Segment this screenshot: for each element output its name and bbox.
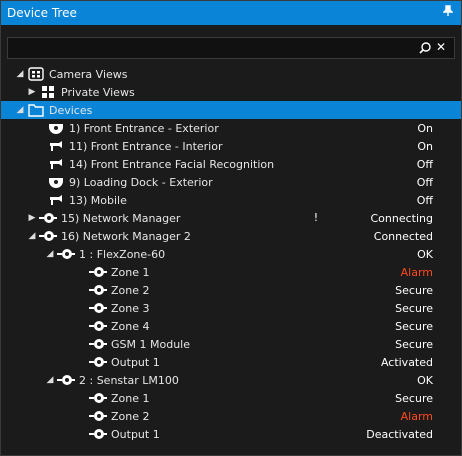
dome-camera-icon: [47, 121, 65, 135]
network-device-icon: [57, 247, 75, 261]
tree-label: 13) Mobile: [69, 193, 127, 207]
tree-row-zone[interactable]: GSM 1 Module Secure: [1, 335, 461, 353]
tree-row-zone[interactable]: Zone 1 Secure: [1, 389, 461, 407]
tree-row-zone[interactable]: Zone 4 Secure: [1, 317, 461, 335]
search-box: ✕: [7, 37, 455, 59]
status-text: Alarm: [400, 409, 433, 423]
pin-icon[interactable]: [443, 5, 453, 17]
tree-label: 1) Front Entrance - Exterior: [69, 121, 219, 135]
device-tree: ◢ Camera Views ▶ Private Views ◢ Devices: [1, 65, 461, 443]
chevron-down-icon[interactable]: ◢: [15, 105, 25, 115]
chevron-down-icon[interactable]: ◢: [45, 375, 55, 385]
zone-icon: [89, 409, 107, 423]
tree-label: 1 : FlexZone-60: [79, 247, 166, 261]
status-text: On: [417, 121, 433, 135]
output-icon: [89, 427, 107, 441]
bullet-camera-icon: [47, 139, 65, 153]
status-text: Off: [416, 175, 433, 189]
network-device-icon: [39, 229, 57, 243]
tree-row-private-views[interactable]: ▶ Private Views: [1, 83, 461, 101]
tree-label: Output 1: [111, 355, 160, 369]
zone-icon: [89, 301, 107, 315]
status-text: Secure: [395, 391, 433, 405]
tree-row-camera[interactable]: 14) Front Entrance Facial Recognition Of…: [1, 155, 461, 173]
tree-label: 2 : Senstar LM100: [79, 373, 179, 387]
tree-label: Camera Views: [49, 67, 128, 81]
tree-label: Output 1: [111, 427, 160, 441]
chevron-right-icon[interactable]: ▶: [27, 213, 37, 223]
tree-label: 11) Front Entrance - Interior: [69, 139, 223, 153]
status-text: Secure: [395, 337, 433, 351]
status-text: Connected: [373, 229, 433, 243]
panel-title-bar: Device Tree: [1, 1, 461, 25]
tree-row-output[interactable]: Output 1 Deactivated: [1, 425, 461, 443]
tree-label: Zone 1: [111, 265, 150, 279]
chevron-down-icon[interactable]: ◢: [27, 231, 37, 241]
status-text: Secure: [395, 283, 433, 297]
tree-row-controller[interactable]: ◢ 2 : Senstar LM100 OK: [1, 371, 461, 389]
warning-flag: !: [313, 211, 319, 224]
network-device-icon: [39, 211, 57, 225]
status-text: OK: [417, 373, 433, 387]
tree-row-camera[interactable]: 9) Loading Dock - Exterior Off: [1, 173, 461, 191]
close-icon[interactable]: ✕: [434, 40, 448, 54]
status-text: Secure: [395, 319, 433, 333]
tree-label: Zone 4: [111, 319, 150, 333]
chevron-down-icon[interactable]: ◢: [45, 249, 55, 259]
tree-row-zone[interactable]: Zone 2 Secure: [1, 281, 461, 299]
status-text: Deactivated: [366, 427, 433, 441]
tree-label: Devices: [49, 103, 93, 117]
tree-row-camera-views[interactable]: ◢ Camera Views: [1, 65, 461, 83]
search-input[interactable]: [8, 38, 454, 58]
folder-icon: [27, 103, 45, 117]
network-device-icon: [57, 373, 75, 387]
grid-icon: [39, 85, 57, 99]
status-text: Off: [416, 157, 433, 171]
tree-row-devices[interactable]: ◢ Devices: [1, 101, 461, 119]
bullet-camera-icon: [47, 193, 65, 207]
tree-row-camera[interactable]: 13) Mobile Off: [1, 191, 461, 209]
status-text: Off: [416, 193, 433, 207]
tree-row-zone[interactable]: Zone 3 Secure: [1, 299, 461, 317]
device-tree-panel: Device Tree ✕ ◢ Camera Views ▶ Private V…: [0, 0, 462, 456]
status-text: Secure: [395, 301, 433, 315]
tree-label: GSM 1 Module: [111, 337, 190, 351]
tree-label: Zone 1: [111, 391, 150, 405]
status-text: Alarm: [400, 265, 433, 279]
tree-row-camera[interactable]: 1) Front Entrance - Exterior On: [1, 119, 461, 137]
output-icon: [89, 355, 107, 369]
tree-label: 15) Network Manager: [61, 211, 181, 225]
dome-camera-icon: [47, 175, 65, 189]
status-text: On: [417, 139, 433, 153]
tree-row-network-manager[interactable]: ◢ 16) Network Manager 2 Connected: [1, 227, 461, 245]
tree-row-network-manager[interactable]: ▶ 15) Network Manager ! Connecting: [1, 209, 461, 227]
tree-row-camera[interactable]: 11) Front Entrance - Interior On: [1, 137, 461, 155]
zone-icon: [89, 283, 107, 297]
tree-label: Private Views: [61, 85, 135, 99]
zone-icon: [89, 319, 107, 333]
chevron-down-icon[interactable]: ◢: [15, 69, 25, 79]
zone-icon: [89, 337, 107, 351]
tree-row-controller[interactable]: ◢ 1 : FlexZone-60 OK: [1, 245, 461, 263]
chevron-right-icon[interactable]: ▶: [27, 87, 37, 97]
tree-row-output[interactable]: Output 1 Activated: [1, 353, 461, 371]
tree-label: Zone 3: [111, 301, 150, 315]
status-text: Connecting: [370, 211, 434, 225]
tree-row-zone[interactable]: Zone 1 Alarm: [1, 263, 461, 281]
tree-row-zone[interactable]: Zone 2 Alarm: [1, 407, 461, 425]
search-icon[interactable]: [418, 41, 432, 55]
bullet-camera-icon: [47, 157, 65, 171]
tree-label: 9) Loading Dock - Exterior: [69, 175, 213, 189]
tree-label: Zone 2: [111, 283, 150, 297]
zone-icon: [89, 391, 107, 405]
tree-label: 16) Network Manager 2: [61, 229, 191, 243]
panel-title: Device Tree: [7, 6, 77, 20]
camera-views-icon: [27, 67, 45, 81]
tree-label: Zone 2: [111, 409, 150, 423]
tree-label: 14) Front Entrance Facial Recognition: [69, 157, 275, 171]
status-text: Activated: [380, 355, 433, 369]
zone-icon: [89, 265, 107, 279]
status-text: OK: [417, 247, 433, 261]
